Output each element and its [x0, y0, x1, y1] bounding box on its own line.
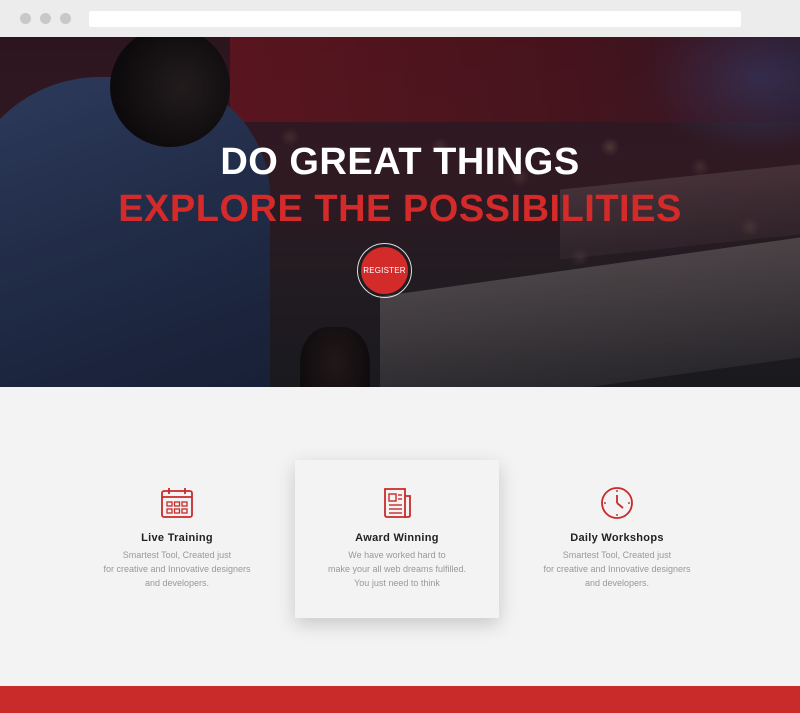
feature-description-line: and developers. [144, 578, 210, 588]
calendar-icon [161, 488, 193, 518]
feature-description-line: for creative and Innovative designers [103, 564, 251, 574]
browser-chrome [0, 0, 800, 37]
feature-description-line: Smartest Tool, Created just [562, 550, 672, 560]
register-button[interactable]: REGISTER [361, 247, 408, 294]
window-close-dot[interactable] [20, 13, 31, 24]
feature-card-live-training: Live Training Smartest Tool, Created jus… [75, 460, 279, 618]
address-bar[interactable] [89, 11, 741, 27]
window-maximize-dot[interactable] [60, 13, 71, 24]
feature-description-line: make your all web dreams fulfilled. [327, 564, 467, 574]
feature-description-line: for creative and Innovative designers [543, 564, 691, 574]
document-icon [384, 488, 411, 518]
clock-icon [601, 487, 633, 519]
feature-description: We have worked hard to make your all web… [295, 548, 499, 590]
feature-title: Daily Workshops [570, 532, 664, 544]
feature-description-line: and developers. [584, 578, 650, 588]
feature-description: Smartest Tool, Created just for creative… [515, 548, 719, 590]
hero-section: DO GREAT THINGS EXPLORE THE POSSIBILITIE… [0, 37, 800, 387]
feature-description: Smartest Tool, Created just for creative… [75, 548, 279, 590]
hero-headline: DO GREAT THINGS [220, 141, 580, 183]
feature-description-line: We have worked hard to [348, 550, 446, 560]
feature-card-award-winning: Award Winning We have worked hard to mak… [295, 460, 499, 618]
feature-card-daily-workshops: Daily Workshops Smartest Tool, Created j… [515, 460, 719, 618]
footer-bar [0, 686, 800, 713]
feature-description-line: Smartest Tool, Created just [122, 550, 232, 560]
feature-title: Award Winning [355, 532, 439, 544]
hero-subheadline: EXPLORE THE POSSIBILITIES [118, 188, 682, 230]
feature-title: Live Training [141, 532, 213, 544]
window-minimize-dot[interactable] [40, 13, 51, 24]
feature-description-line: You just need to think [354, 578, 440, 588]
